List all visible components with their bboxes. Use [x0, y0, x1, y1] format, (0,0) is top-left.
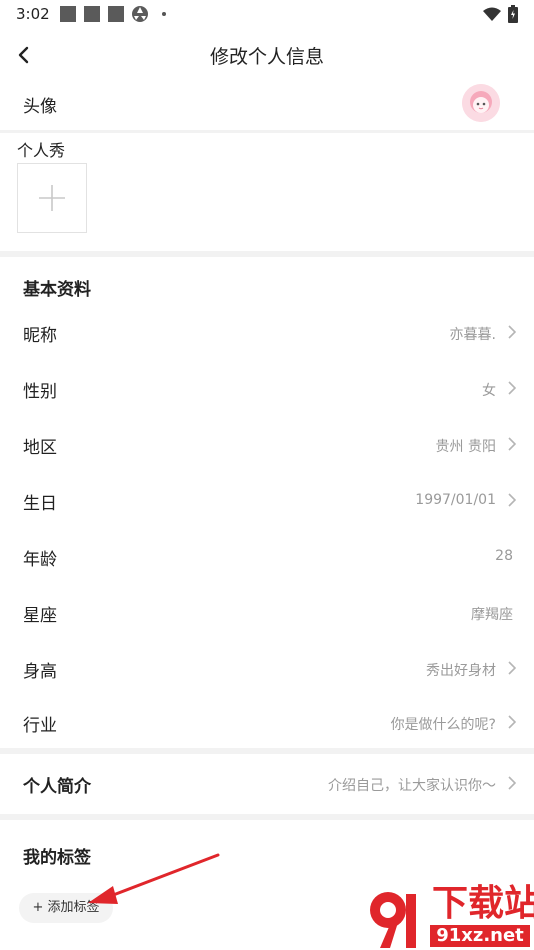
watermark-domain: 91xz.net [430, 925, 530, 947]
watermark-text: 下载站 [432, 883, 534, 924]
watermark-logo-icon [370, 892, 416, 948]
annotation-arrow [88, 853, 220, 904]
